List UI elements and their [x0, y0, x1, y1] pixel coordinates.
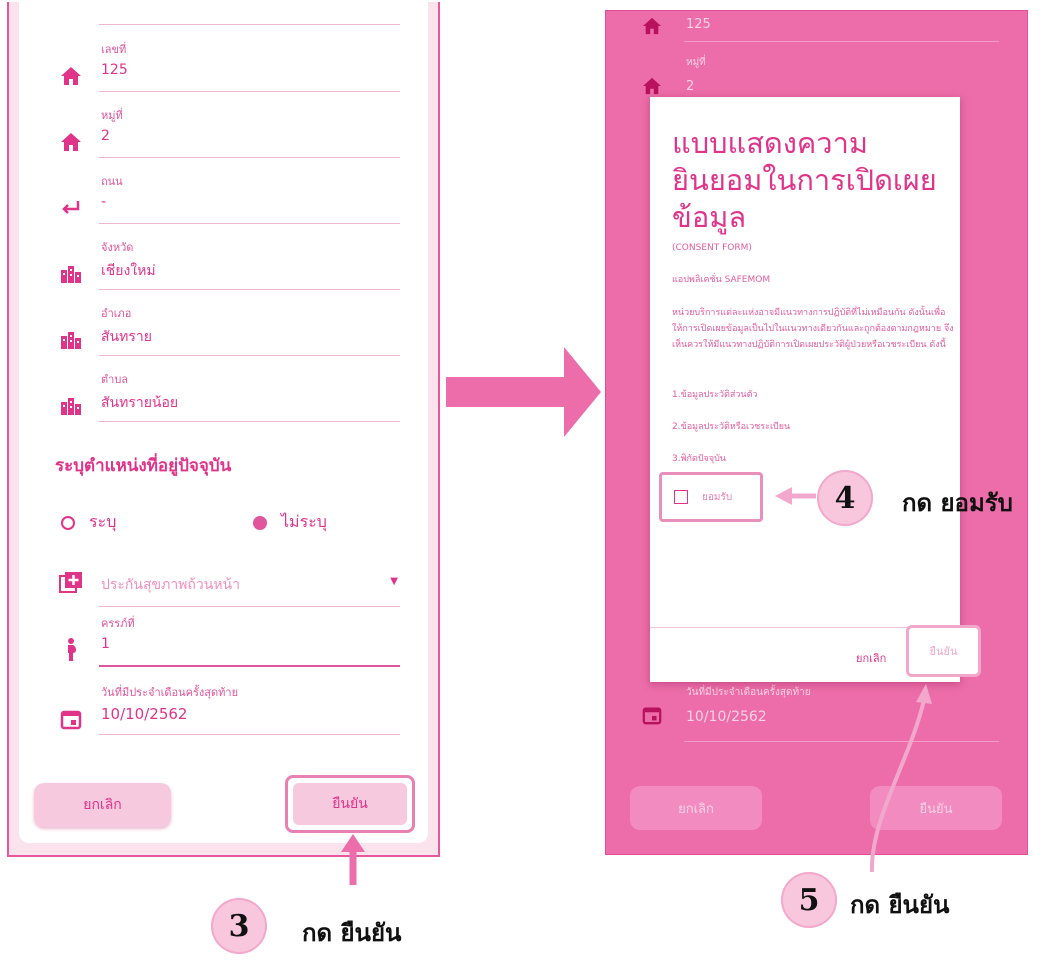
step4-text: กด ยอมรับ	[902, 488, 1013, 517]
step3-text: กด ยืนยัน	[302, 918, 402, 947]
step3-badge: 3	[211, 898, 267, 954]
step5-text: กด ยืนยัน	[850, 890, 950, 919]
step4-badge: 4	[817, 470, 873, 526]
step5-badge: 5	[781, 872, 837, 928]
step5-arrow-icon	[869, 699, 926, 873]
annotation-arrows	[341, 487, 932, 885]
